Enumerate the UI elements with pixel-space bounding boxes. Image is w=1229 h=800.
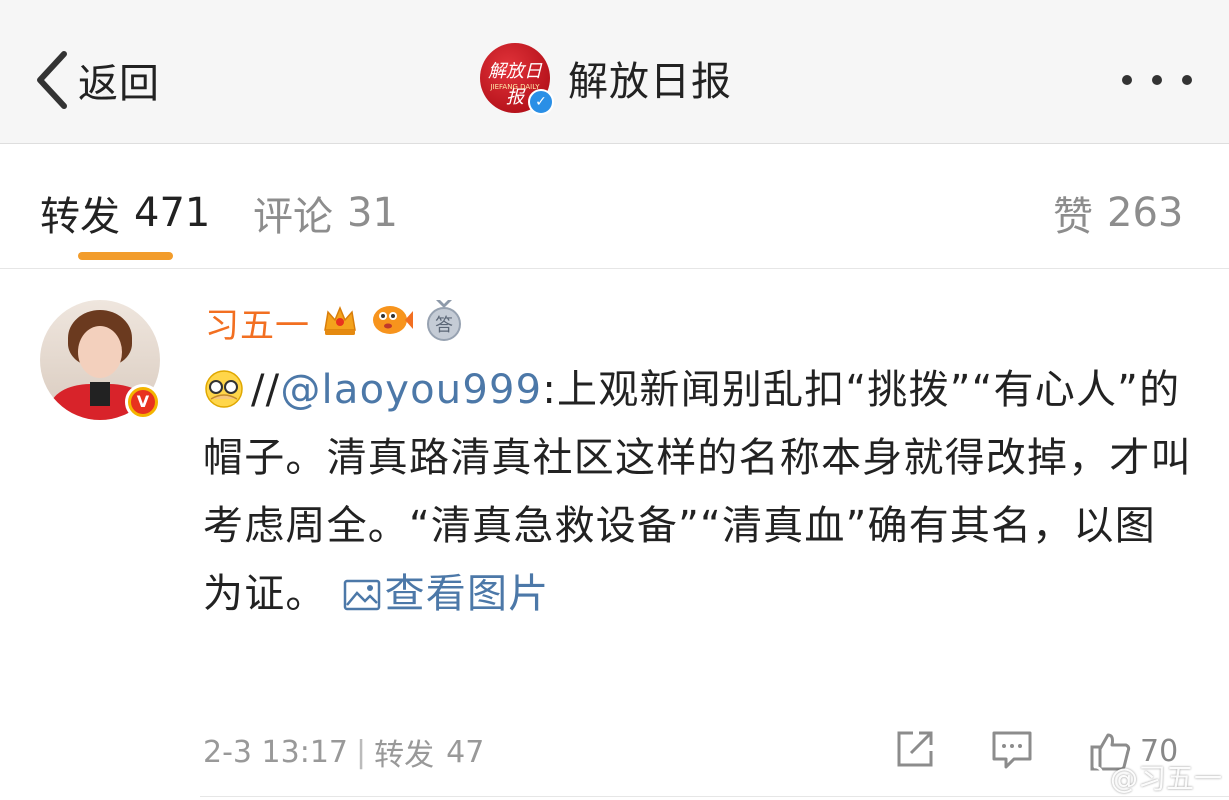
crown-icon[interactable] <box>320 300 360 344</box>
tab-forward-count: 471 <box>134 190 211 236</box>
watermark-text: @习五一 <box>1110 762 1223 795</box>
tab-forward-label: 转发 <box>40 194 120 240</box>
back-label: 返回 <box>78 61 160 107</box>
divider <box>200 796 1229 797</box>
post-forward-count: 47 <box>446 734 485 770</box>
meta-divider: | <box>356 734 367 770</box>
back-button[interactable]: 返回 <box>34 48 160 112</box>
post-time: 2-3 13:17 <box>203 734 348 770</box>
share-icon <box>897 731 933 767</box>
mention-link[interactable]: @laoyou999 <box>280 367 542 413</box>
chevron-left-icon <box>37 51 67 109</box>
more-dot <box>1182 75 1192 85</box>
top-bar: 返回 解放日报 JIEFANG DAILY ✓ 解放日报 <box>0 0 1229 144</box>
page-title: 解放日报 <box>568 59 732 105</box>
account-title[interactable]: 解放日报 JIEFANG DAILY ✓ 解放日报 <box>480 42 732 115</box>
tab-like-count: 263 <box>1107 190 1184 236</box>
avatar-collar <box>90 382 110 406</box>
jiefang-daily-logo: 解放日报 JIEFANG DAILY ✓ <box>480 43 554 115</box>
share-button[interactable] <box>893 727 937 775</box>
tab-like[interactable]: 赞 263 <box>1053 184 1183 242</box>
tab-like-label: 赞 <box>1053 194 1093 240</box>
post-body: //@laoyou999:上观新闻别乱扣“挑拨”“有心人”的帽子。清真路清真社区… <box>203 356 1193 632</box>
username[interactable]: 习五一 <box>205 298 310 347</box>
username-row: 习五一 答 <box>205 296 464 348</box>
tab-comment-count: 31 <box>347 190 398 236</box>
active-tab-indicator <box>78 252 173 260</box>
answer-medal-label: 答 <box>435 315 453 336</box>
comment-button[interactable] <box>990 727 1034 775</box>
watermark: @习五一 <box>1070 757 1222 797</box>
verified-icon: ✓ <box>528 89 554 115</box>
comment-icon <box>992 731 1032 769</box>
more-icon[interactable] <box>1122 66 1192 94</box>
verified-v-icon: V <box>125 384 161 420</box>
tab-comment-label: 评论 <box>253 194 333 240</box>
facepalm-emoji-icon <box>205 370 243 408</box>
picture-icon[interactable] <box>343 564 381 632</box>
view-picture-link[interactable]: 查看图片 <box>385 571 550 617</box>
fish-icon[interactable] <box>370 300 414 344</box>
tab-comment[interactable]: 评论 31 <box>253 184 398 242</box>
tab-forward[interactable]: 转发 471 <box>40 184 210 242</box>
weibo-icon <box>1070 765 1104 791</box>
more-dot <box>1152 75 1162 85</box>
tab-bar: 转发 471 评论 31 赞 263 <box>0 144 1229 269</box>
post-meta: 2-3 13:17 | 转发 47 <box>203 730 484 774</box>
repost-slashes: // <box>251 367 281 413</box>
avatar-face <box>78 326 122 378</box>
post-forward-label: 转发 <box>374 738 435 773</box>
more-dot <box>1122 75 1132 85</box>
answer-medal-icon[interactable]: 答 <box>424 298 464 346</box>
